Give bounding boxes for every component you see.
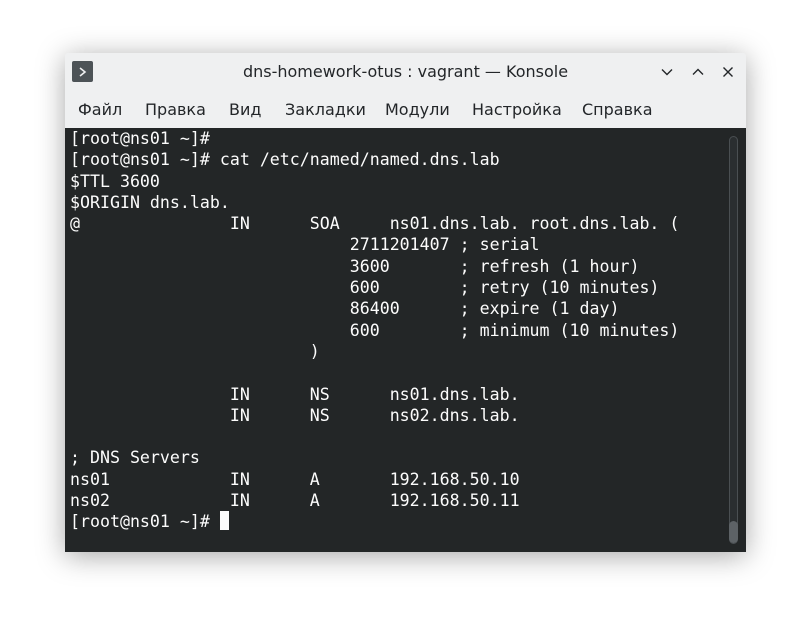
shell-prompt: [root@ns01 ~]# [70, 512, 220, 532]
menu-bookmarks[interactable]: Закладки [285, 100, 366, 119]
terminal-line: 3600 ; refresh (1 hour) [70, 256, 640, 276]
terminal-line: @ IN SOA ns01.dns.lab. root.dns.lab. ( [70, 214, 680, 234]
terminal-line: $ORIGIN dns.lab. [70, 192, 230, 212]
terminal-output: [root@ns01 ~]# [root@ns01 ~]# cat /etc/n… [70, 128, 679, 533]
terminal-line: [root@ns01 ~]# [70, 129, 210, 148]
terminal-line: 86400 ; expire (1 day) [70, 299, 620, 319]
menu-plugins[interactable]: Модули [385, 100, 450, 119]
konsole-window: dns-homework-otus : vagrant — Konsole Фа… [65, 53, 746, 552]
scrollbar-track[interactable] [729, 136, 738, 544]
terminal-icon[interactable] [72, 61, 93, 82]
terminal-line: 600 ; minimum (10 minutes) [70, 320, 680, 340]
terminal-line: ns02 IN A 192.168.50.11 [70, 491, 520, 511]
menu-help[interactable]: Справка [582, 100, 653, 119]
chevron-down-icon[interactable] [657, 62, 677, 82]
menu-settings[interactable]: Настройка [472, 100, 562, 119]
terminal-line: ; DNS Servers [70, 448, 200, 468]
chevron-up-icon[interactable] [688, 62, 708, 82]
menu-file[interactable]: Файл [78, 100, 122, 119]
title-bar[interactable]: dns-homework-otus : vagrant — Konsole [65, 53, 746, 90]
menu-edit[interactable]: Правка [145, 100, 206, 119]
menu-view[interactable]: Вид [229, 100, 261, 119]
scrollbar-thumb[interactable] [729, 521, 738, 543]
terminal-line: IN NS ns02.dns.lab. [70, 405, 520, 425]
terminal-line: [root@ns01 ~]# cat /etc/named/named.dns.… [70, 150, 500, 170]
terminal-line: ns01 IN A 192.168.50.10 [70, 469, 520, 489]
close-icon[interactable] [718, 62, 738, 82]
text-cursor [219, 511, 229, 531]
terminal-line: $TTL 3600 [70, 171, 160, 191]
prompt-line[interactable]: [root@ns01 ~]# [70, 511, 679, 532]
terminal-line: ) [70, 341, 320, 361]
window-title: dns-homework-otus : vagrant — Konsole [242, 62, 569, 81]
terminal-line: 2711201407 ; serial [70, 235, 540, 255]
terminal-area[interactable]: [root@ns01 ~]# [root@ns01 ~]# cat /etc/n… [65, 128, 746, 552]
terminal-line: IN NS ns01.dns.lab. [70, 384, 520, 404]
menu-bar: Файл Правка Вид Закладки Модули Настройк… [65, 90, 746, 128]
terminal-line: 600 ; retry (10 minutes) [70, 278, 660, 298]
